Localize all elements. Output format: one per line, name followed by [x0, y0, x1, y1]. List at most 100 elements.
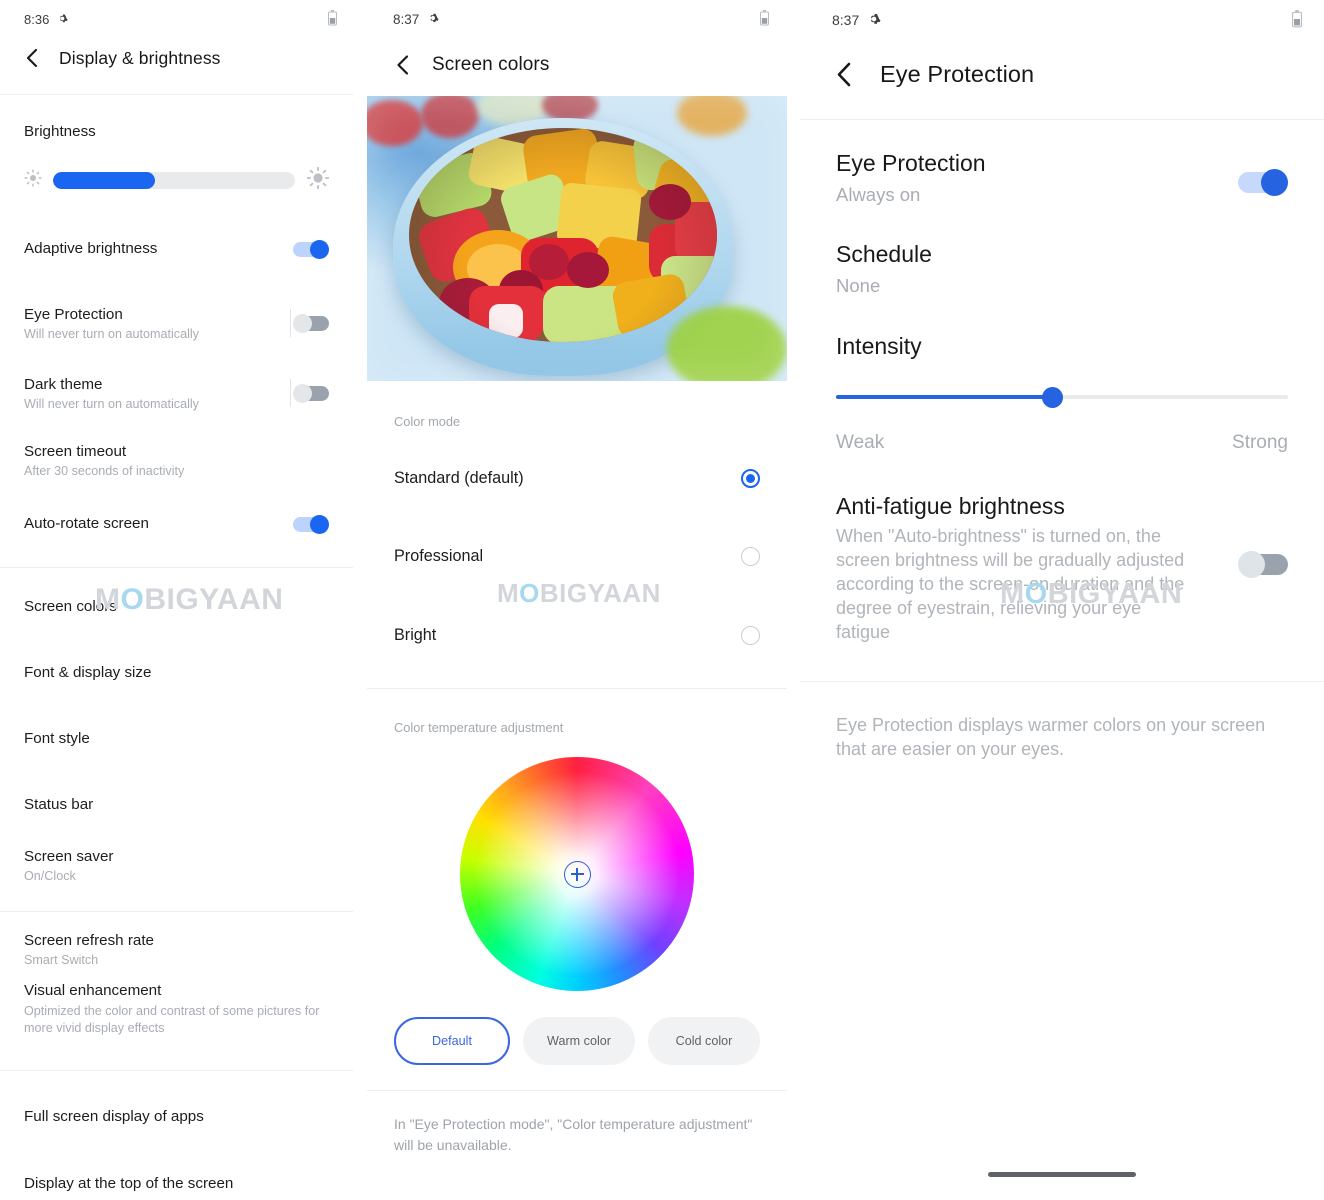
page-title: Display & brightness [59, 47, 221, 68]
list-item-label: Screen saver [24, 847, 114, 865]
back-chevron-icon[interactable] [833, 61, 855, 88]
chip-cold-color[interactable]: Cold color [648, 1017, 760, 1065]
status-bar-time: 8:37 [832, 12, 860, 28]
intensity-min-label: Weak [836, 432, 885, 453]
list-item-subtitle: None [836, 275, 881, 296]
home-indicator-bar[interactable] [988, 1172, 1136, 1177]
list-item-auto-rotate-screen[interactable]: Auto-rotate screen [0, 499, 353, 549]
list-item-label: Dark theme [24, 375, 103, 393]
color-temperature-chips: Default Warm color Cold color [367, 1017, 787, 1065]
gear-icon [867, 12, 881, 29]
color-mode-section-label: Color mode [394, 414, 461, 429]
list-item-visual-enhancement[interactable]: Visual enhancement Optimized the color a… [0, 982, 353, 1062]
chip-default[interactable]: Default [394, 1017, 510, 1065]
adaptive-brightness-toggle[interactable] [293, 239, 329, 259]
color-temperature-section-label: Color temperature adjustment [394, 720, 564, 735]
list-item-label: Screen colors [24, 597, 117, 615]
radio-button[interactable] [741, 468, 760, 488]
app-bar: Screen colors [367, 34, 787, 96]
brightness-section-label: Brightness [24, 123, 96, 140]
list-item-font-style[interactable]: Font style [0, 713, 353, 763]
list-item-label: Eye Protection [24, 305, 123, 323]
page-title: Eye Protection [880, 60, 1035, 87]
back-chevron-icon[interactable] [24, 48, 41, 68]
color-wheel[interactable] [460, 757, 694, 991]
eye-protection-toggle[interactable] [1238, 168, 1288, 196]
color-temperature-wheel[interactable] [367, 757, 787, 991]
list-item-label: Schedule [836, 241, 932, 267]
brightness-low-icon [24, 169, 42, 192]
radio-label: Professional [394, 546, 484, 565]
list-item-subtitle: Will never turn on automatically [24, 396, 199, 411]
list-item-dark-theme[interactable]: Dark theme Will never turn on automatica… [0, 359, 353, 427]
divider [367, 688, 787, 689]
screen-eye-protection: 8:37 Eye Protection Eye Protection Alway… [800, 0, 1324, 1200]
list-item-schedule[interactable]: Schedule None [800, 241, 1324, 297]
divider [0, 1070, 353, 1071]
battery-icon [760, 10, 769, 29]
list-item-label: Anti-fatigue brightness [836, 493, 1065, 519]
list-item-screen-colors[interactable]: Screen colors [0, 581, 353, 631]
list-item-display-at-top-of-screen[interactable]: Display at the top of the screen [0, 1158, 353, 1200]
radio-button[interactable] [741, 546, 760, 566]
list-item-label: Full screen display of apps [24, 1107, 204, 1125]
intensity-max-label: Strong [1232, 432, 1288, 453]
intensity-thumb[interactable] [1042, 386, 1064, 408]
screen-display-brightness: 8:36 Display & brightness Brightness Ada… [0, 0, 353, 1200]
radio-option-bright[interactable]: Bright [367, 606, 787, 664]
radio-button[interactable] [741, 625, 760, 645]
page-title: Screen colors [432, 54, 550, 75]
list-item-full-screen-display-of-apps[interactable]: Full screen display of apps [0, 1091, 353, 1141]
radio-label: Bright [394, 625, 437, 644]
brightness-high-icon [306, 166, 330, 194]
status-bar: 8:36 [0, 0, 353, 30]
auto-rotate-toggle[interactable] [293, 514, 329, 534]
list-item-status-bar[interactable]: Status bar [0, 779, 353, 829]
dark-theme-toggle[interactable] [293, 383, 329, 403]
list-item-label: Adaptive brightness [24, 240, 158, 257]
footnote: In "Eye Protection mode", "Color tempera… [394, 1116, 753, 1153]
list-item-label: Eye Protection [836, 150, 986, 176]
list-item-screen-saver[interactable]: Screen saver On/Clock [0, 837, 353, 893]
brightness-fill [53, 172, 155, 189]
list-item-anti-fatigue-brightness[interactable]: Anti-fatigue brightness When "Auto-brigh… [800, 493, 1324, 645]
list-item-label: Screen refresh rate [24, 931, 154, 949]
divider [800, 680, 1324, 682]
list-item-subtitle: Smart Switch [24, 952, 99, 967]
divider [0, 567, 353, 568]
intensity-section: Intensity [800, 333, 1324, 360]
radio-label: Standard (default) [394, 468, 524, 487]
intensity-slider[interactable] [836, 386, 1288, 408]
list-item-font-display-size[interactable]: Font & display size [0, 647, 353, 697]
brightness-slider[interactable] [0, 166, 353, 194]
list-item-label: Auto-rotate screen [24, 515, 149, 532]
intensity-label: Intensity [836, 333, 922, 359]
divider [367, 1090, 787, 1091]
list-item-label: Font style [24, 729, 90, 747]
brightness-track[interactable] [53, 172, 295, 189]
divider [290, 379, 291, 407]
app-bar: Eye Protection [800, 36, 1324, 112]
list-item-eye-protection[interactable]: Eye Protection Will never turn on automa… [0, 289, 353, 357]
eye-protection-toggle[interactable] [293, 313, 329, 333]
intensity-range-labels: Weak Strong [800, 432, 1324, 454]
status-bar-time: 8:37 [393, 12, 420, 27]
anti-fatigue-toggle[interactable] [1238, 551, 1288, 578]
list-item-adaptive-brightness[interactable]: Adaptive brightness [0, 222, 353, 276]
radio-option-professional[interactable]: Professional [367, 527, 787, 585]
footnote: Eye Protection displays warmer colors on… [836, 714, 1266, 759]
list-item-label: Visual enhancement [24, 982, 162, 999]
list-item-label: Font & display size [24, 663, 152, 681]
three-phone-screenshots: 8:36 Display & brightness Brightness Ada… [0, 0, 1324, 1200]
status-bar: 8:37 [367, 0, 787, 30]
back-chevron-icon[interactable] [394, 54, 412, 76]
list-item-screen-refresh-rate[interactable]: Screen refresh rate Smart Switch [0, 921, 353, 977]
radio-option-standard[interactable]: Standard (default) [367, 449, 787, 507]
list-item-screen-timeout[interactable]: Screen timeout After 30 seconds of inact… [0, 429, 353, 491]
list-item-eye-protection[interactable]: Eye Protection Always on [800, 150, 1324, 206]
panel-separator [787, 0, 800, 1200]
divider [290, 309, 291, 337]
fruit-salad-preview-photo [367, 96, 787, 381]
chip-warm-color[interactable]: Warm color [523, 1017, 635, 1065]
color-picker-crosshair-icon[interactable] [563, 860, 591, 888]
